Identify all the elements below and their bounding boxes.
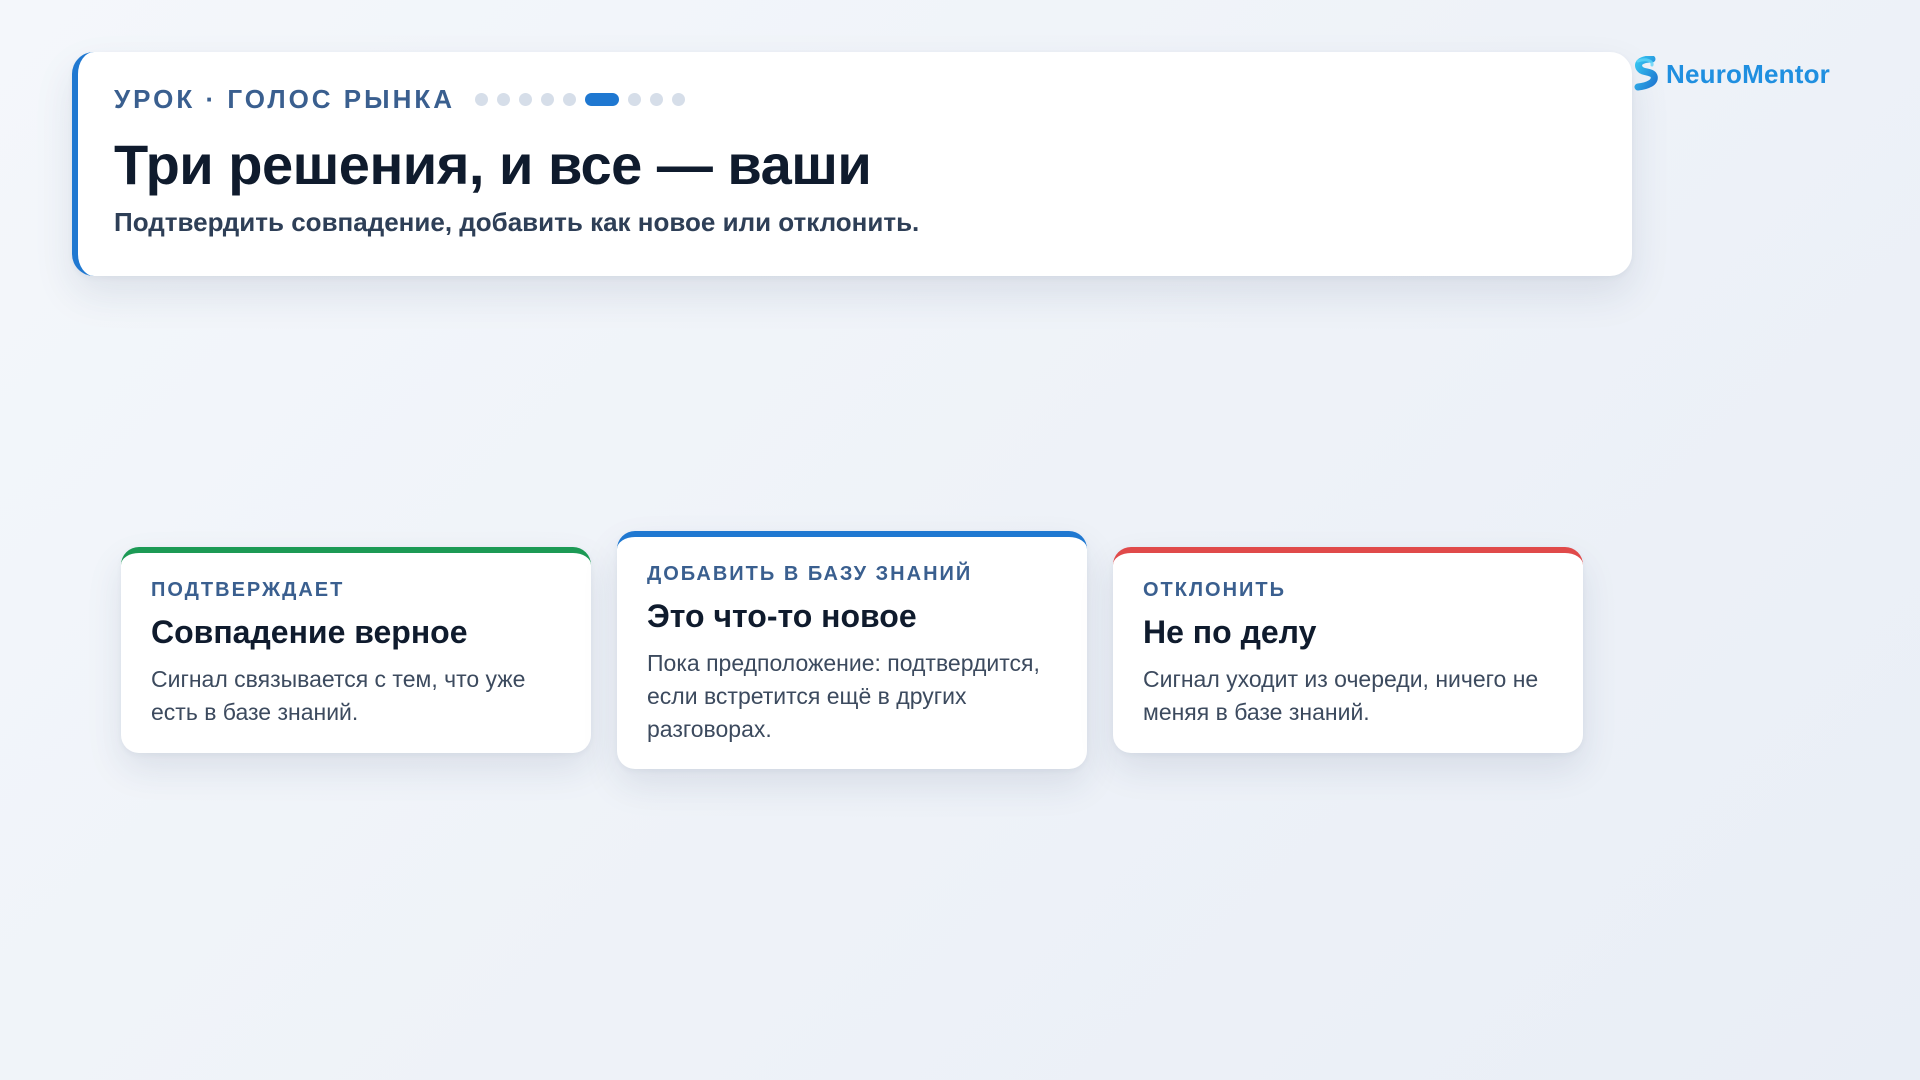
progress-dot[interactable] [497, 93, 511, 106]
card-text: Пока предположение: подтвердится, если в… [647, 650, 1040, 742]
card-text: Сигнал связывается с тем, что уже есть в… [151, 666, 526, 725]
page-title: Три решения, и все — ваши [114, 133, 872, 196]
progress-dot[interactable] [541, 93, 555, 106]
card-eyebrow: ДОБАВИТЬ В БАЗУ ЗНАНИЙ [647, 563, 973, 585]
card-eyebrow: ПОДТВЕРЖДАЕТ [151, 579, 345, 601]
progress-dot[interactable] [672, 93, 686, 106]
progress-dot[interactable] [650, 93, 664, 106]
eyebrow-row: УРОК · ГОЛОС РЫНКА [114, 84, 686, 115]
progress-dot[interactable] [628, 93, 642, 106]
brand-name: NeuroMentor [1666, 58, 1830, 89]
lesson-eyebrow: УРОК · ГОЛОС РЫНКА [114, 84, 456, 114]
progress-dot[interactable] [519, 93, 533, 106]
progress-dot[interactable] [475, 93, 489, 106]
lesson-header-card: УРОК · ГОЛОС РЫНКА Три решения, и все — … [72, 52, 1632, 276]
card-text: Сигнал уходит из очереди, ничего не меня… [1143, 666, 1539, 725]
page-subtitle: Подтвердить совпадение, добавить как нов… [114, 207, 920, 237]
neuromentor-logo-icon [1634, 56, 1658, 91]
progress-dot[interactable] [563, 93, 577, 106]
progress-dots [475, 93, 686, 106]
card-title: Не по делу [1143, 614, 1317, 650]
card-title: Совпадение верное [151, 614, 468, 650]
brand: NeuroMentor [1632, 56, 1830, 92]
progress-dot-current[interactable] [585, 93, 620, 106]
option-card-add[interactable]: ДОБАВИТЬ В БАЗУ ЗНАНИЙ Это что-то новое … [617, 531, 1087, 769]
card-eyebrow: ОТКЛОНИТЬ [1143, 579, 1286, 601]
option-card-confirm[interactable]: ПОДТВЕРЖДАЕТ Совпадение верное Сигнал св… [121, 547, 591, 753]
card-title: Это что-то новое [647, 598, 917, 634]
option-card-reject[interactable]: ОТКЛОНИТЬ Не по делу Сигнал уходит из оч… [1113, 547, 1583, 753]
